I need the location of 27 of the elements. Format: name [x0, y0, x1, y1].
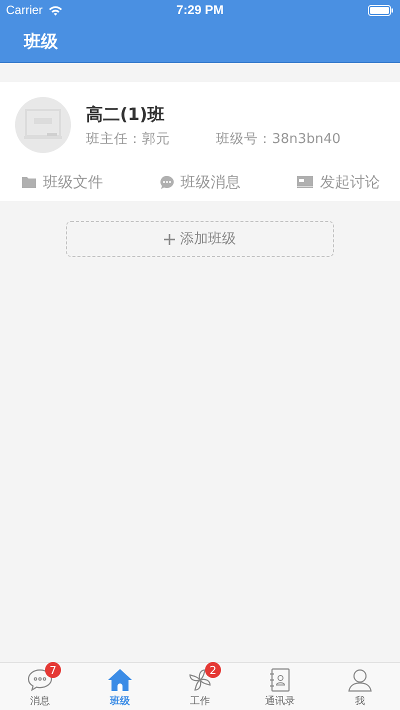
- tab-item[interactable]: 7 消息: [0, 663, 80, 710]
- class-card[interactable]: 高二(1)班 班主任：郭元 班级号：38n3bn40 班级文件 班级消息 发起讨论: [0, 82, 400, 201]
- tab-item[interactable]: 2 工作: [160, 663, 240, 710]
- tab-item[interactable]: 通讯录: [240, 663, 320, 710]
- add-class-button[interactable]: 添加班级: [66, 221, 334, 257]
- wifi-icon: [48, 4, 63, 16]
- chat-bubble-icon: [160, 176, 174, 188]
- tab-item[interactable]: 班级: [80, 663, 160, 710]
- blackboard-icon: [15, 97, 71, 153]
- class-name: 高二(1)班: [86, 104, 166, 126]
- class-id-text: 班级号：38n3bn40: [216, 130, 341, 148]
- page-title: 班级: [24, 30, 58, 52]
- class-action-button[interactable]: 班级消息: [160, 172, 240, 192]
- class-action-button[interactable]: 发起讨论: [297, 172, 380, 192]
- person-icon: [347, 668, 373, 692]
- teacher-text: 班主任：郭元: [86, 130, 170, 148]
- carrier-text: Carrier: [6, 3, 43, 17]
- home-icon: [107, 668, 133, 692]
- plus-icon: [164, 234, 175, 244]
- tab-item[interactable]: 我: [320, 663, 400, 710]
- unread-count-badge: 7: [45, 662, 61, 678]
- battery-icon: [368, 4, 394, 16]
- board-icon: [297, 176, 313, 188]
- folder-icon: [22, 176, 36, 188]
- class-action-button[interactable]: 班级文件: [22, 172, 103, 192]
- clock-text: 7:29 PM: [176, 3, 224, 17]
- unread-count-badge: 2: [205, 662, 221, 678]
